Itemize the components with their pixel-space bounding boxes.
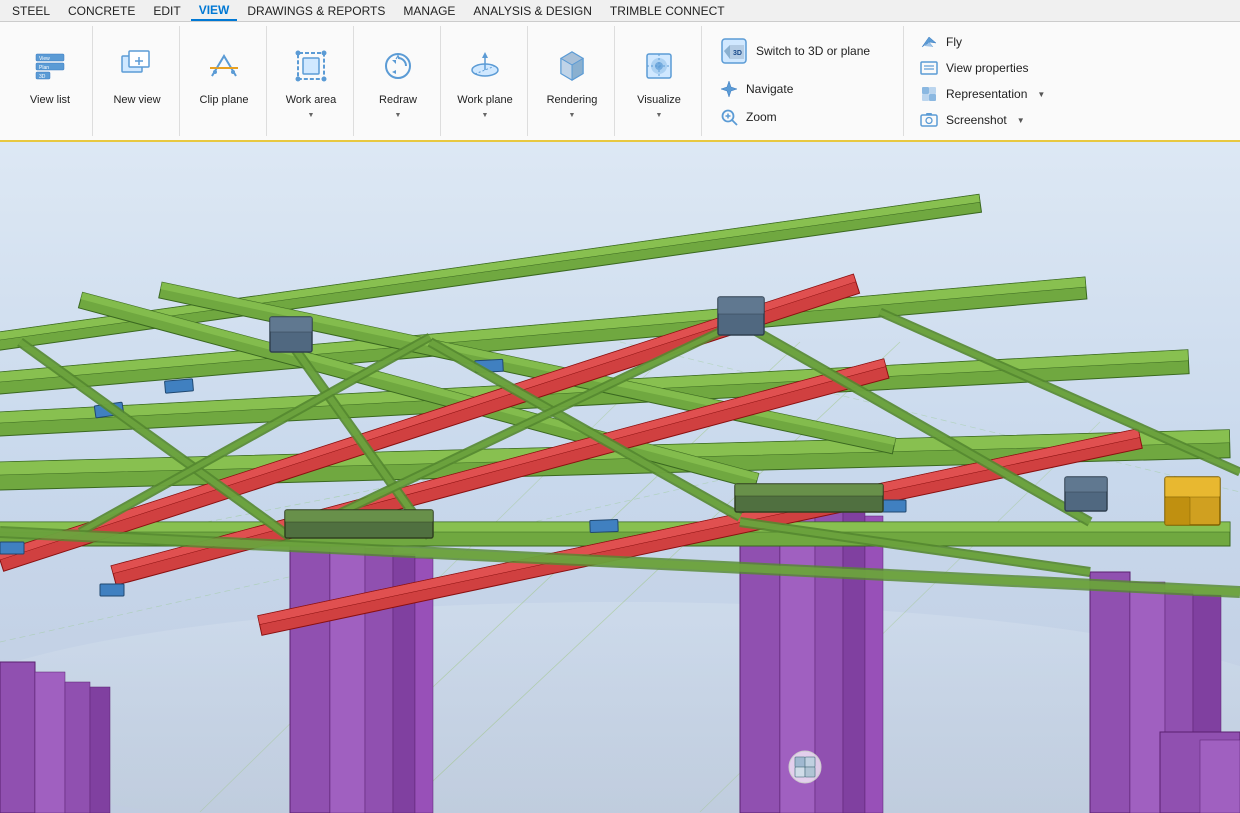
- zoom-icon: [720, 108, 738, 126]
- representation-label: Representation: [946, 87, 1027, 101]
- viewport-3d[interactable]: [0, 142, 1240, 813]
- redraw-icon: [374, 42, 422, 90]
- clip-plane-button[interactable]: Clip plane: [190, 36, 258, 126]
- menu-drawings[interactable]: DRAWINGS & REPORTS: [239, 2, 393, 20]
- new-view-label: New view: [113, 94, 160, 107]
- nav-cube-g: [789, 751, 821, 783]
- switch-3d-label: Switch to 3D or plane: [756, 44, 870, 58]
- view-properties-button[interactable]: View properties: [916, 57, 1092, 79]
- view-list-label: View list: [30, 94, 70, 107]
- svg-text:Plan: Plan: [39, 65, 49, 71]
- view-properties-label: View properties: [946, 61, 1029, 75]
- visualize-icon: [635, 42, 683, 90]
- menu-manage[interactable]: MANAGE: [395, 2, 463, 20]
- clip-plane-label: Clip plane: [200, 94, 249, 107]
- menu-view[interactable]: VIEW: [191, 1, 238, 21]
- rendering-label: Rendering: [547, 94, 598, 107]
- redraw-dropdown-arrow: ▼: [395, 112, 402, 119]
- work-area-dropdown-arrow: ▼: [308, 112, 315, 119]
- representation-button[interactable]: Representation ▼: [916, 83, 1092, 105]
- toolbar-group-clip-plane: Clip plane: [182, 26, 267, 136]
- visualize-label: Visualize: [637, 94, 681, 107]
- fly-label: Fly: [946, 35, 962, 49]
- navigate-icon: [720, 80, 738, 98]
- toolbar-group-view-list: View Plan 3D View list: [8, 26, 93, 136]
- menu-analysis[interactable]: ANALYSIS & DESIGN: [465, 2, 599, 20]
- rendering-button[interactable]: Rendering ▼: [538, 36, 606, 126]
- work-area-icon: [287, 42, 335, 90]
- navigate-button[interactable]: Navigate: [716, 78, 891, 100]
- representation-icon: [920, 85, 938, 103]
- toolbar-group-visualize: Visualize ▼: [617, 26, 702, 136]
- menu-steel[interactable]: STEEL: [4, 2, 58, 20]
- work-plane-button[interactable]: Work plane ▼: [451, 36, 519, 126]
- svg-text:3D: 3D: [39, 74, 46, 80]
- svg-text:3D: 3D: [733, 50, 742, 57]
- toolbar: View Plan 3D View list New view: [0, 22, 1240, 142]
- redraw-button[interactable]: Redraw ▼: [364, 36, 432, 126]
- clip-plane-icon: [200, 42, 248, 90]
- menu-trimble[interactable]: TRIMBLE CONNECT: [602, 2, 733, 20]
- zoom-label: Zoom: [746, 110, 777, 124]
- screenshot-button[interactable]: Screenshot ▼: [916, 109, 1092, 131]
- work-plane-icon: [461, 42, 509, 90]
- view-properties-icon: [920, 59, 938, 77]
- navigate-label: Navigate: [746, 82, 793, 96]
- zoom-button[interactable]: Zoom: [716, 106, 891, 128]
- scene-svg: [0, 142, 1240, 813]
- toolbar-group-redraw: Redraw ▼: [356, 26, 441, 136]
- rendering-dropdown-arrow: ▼: [569, 112, 576, 119]
- work-area-button[interactable]: Work area ▼: [277, 36, 345, 126]
- new-view-button[interactable]: New view: [103, 36, 171, 126]
- work-plane-dropdown-arrow: ▼: [482, 112, 489, 119]
- toolbar-group-work-area: Work area ▼: [269, 26, 354, 136]
- new-view-icon: [113, 42, 161, 90]
- menu-bar: STEEL CONCRETE EDIT VIEW DRAWINGS & REPO…: [0, 0, 1240, 22]
- representation-dropdown: ▼: [1037, 90, 1045, 99]
- toolbar-fly-section: Fly View properties Representation: [904, 26, 1104, 136]
- toolbar-3d-nav-zoom: 3D Switch to 3D or plane Navigate Zoom: [704, 26, 904, 136]
- view-list-button[interactable]: View Plan 3D View list: [16, 36, 84, 126]
- switch-3d-button[interactable]: 3D Switch to 3D or plane: [716, 34, 891, 68]
- toolbar-group-rendering: Rendering ▼: [530, 26, 615, 136]
- redraw-label: Redraw: [379, 94, 417, 107]
- fly-button[interactable]: Fly: [916, 31, 1092, 53]
- menu-concrete[interactable]: CONCRETE: [60, 2, 143, 20]
- view-list-icon: View Plan 3D: [26, 42, 74, 90]
- switch-3d-icon: 3D: [720, 37, 748, 65]
- screenshot-label: Screenshot: [946, 113, 1007, 127]
- toolbar-right-section: 3D Switch to 3D or plane Navigate Zoom: [704, 26, 1232, 136]
- visualize-button[interactable]: Visualize ▼: [625, 36, 693, 126]
- svg-text:View: View: [39, 56, 50, 62]
- rendering-icon: [548, 42, 596, 90]
- screenshot-icon: [920, 111, 938, 129]
- toolbar-group-new-view: New view: [95, 26, 180, 136]
- work-area-label: Work area: [286, 94, 337, 107]
- fly-icon: [920, 33, 938, 51]
- toolbar-group-work-plane: Work plane ▼: [443, 26, 528, 136]
- visualize-dropdown-arrow: ▼: [656, 112, 663, 119]
- menu-edit[interactable]: EDIT: [145, 2, 188, 20]
- work-plane-label: Work plane: [457, 94, 512, 107]
- screenshot-dropdown: ▼: [1017, 116, 1025, 125]
